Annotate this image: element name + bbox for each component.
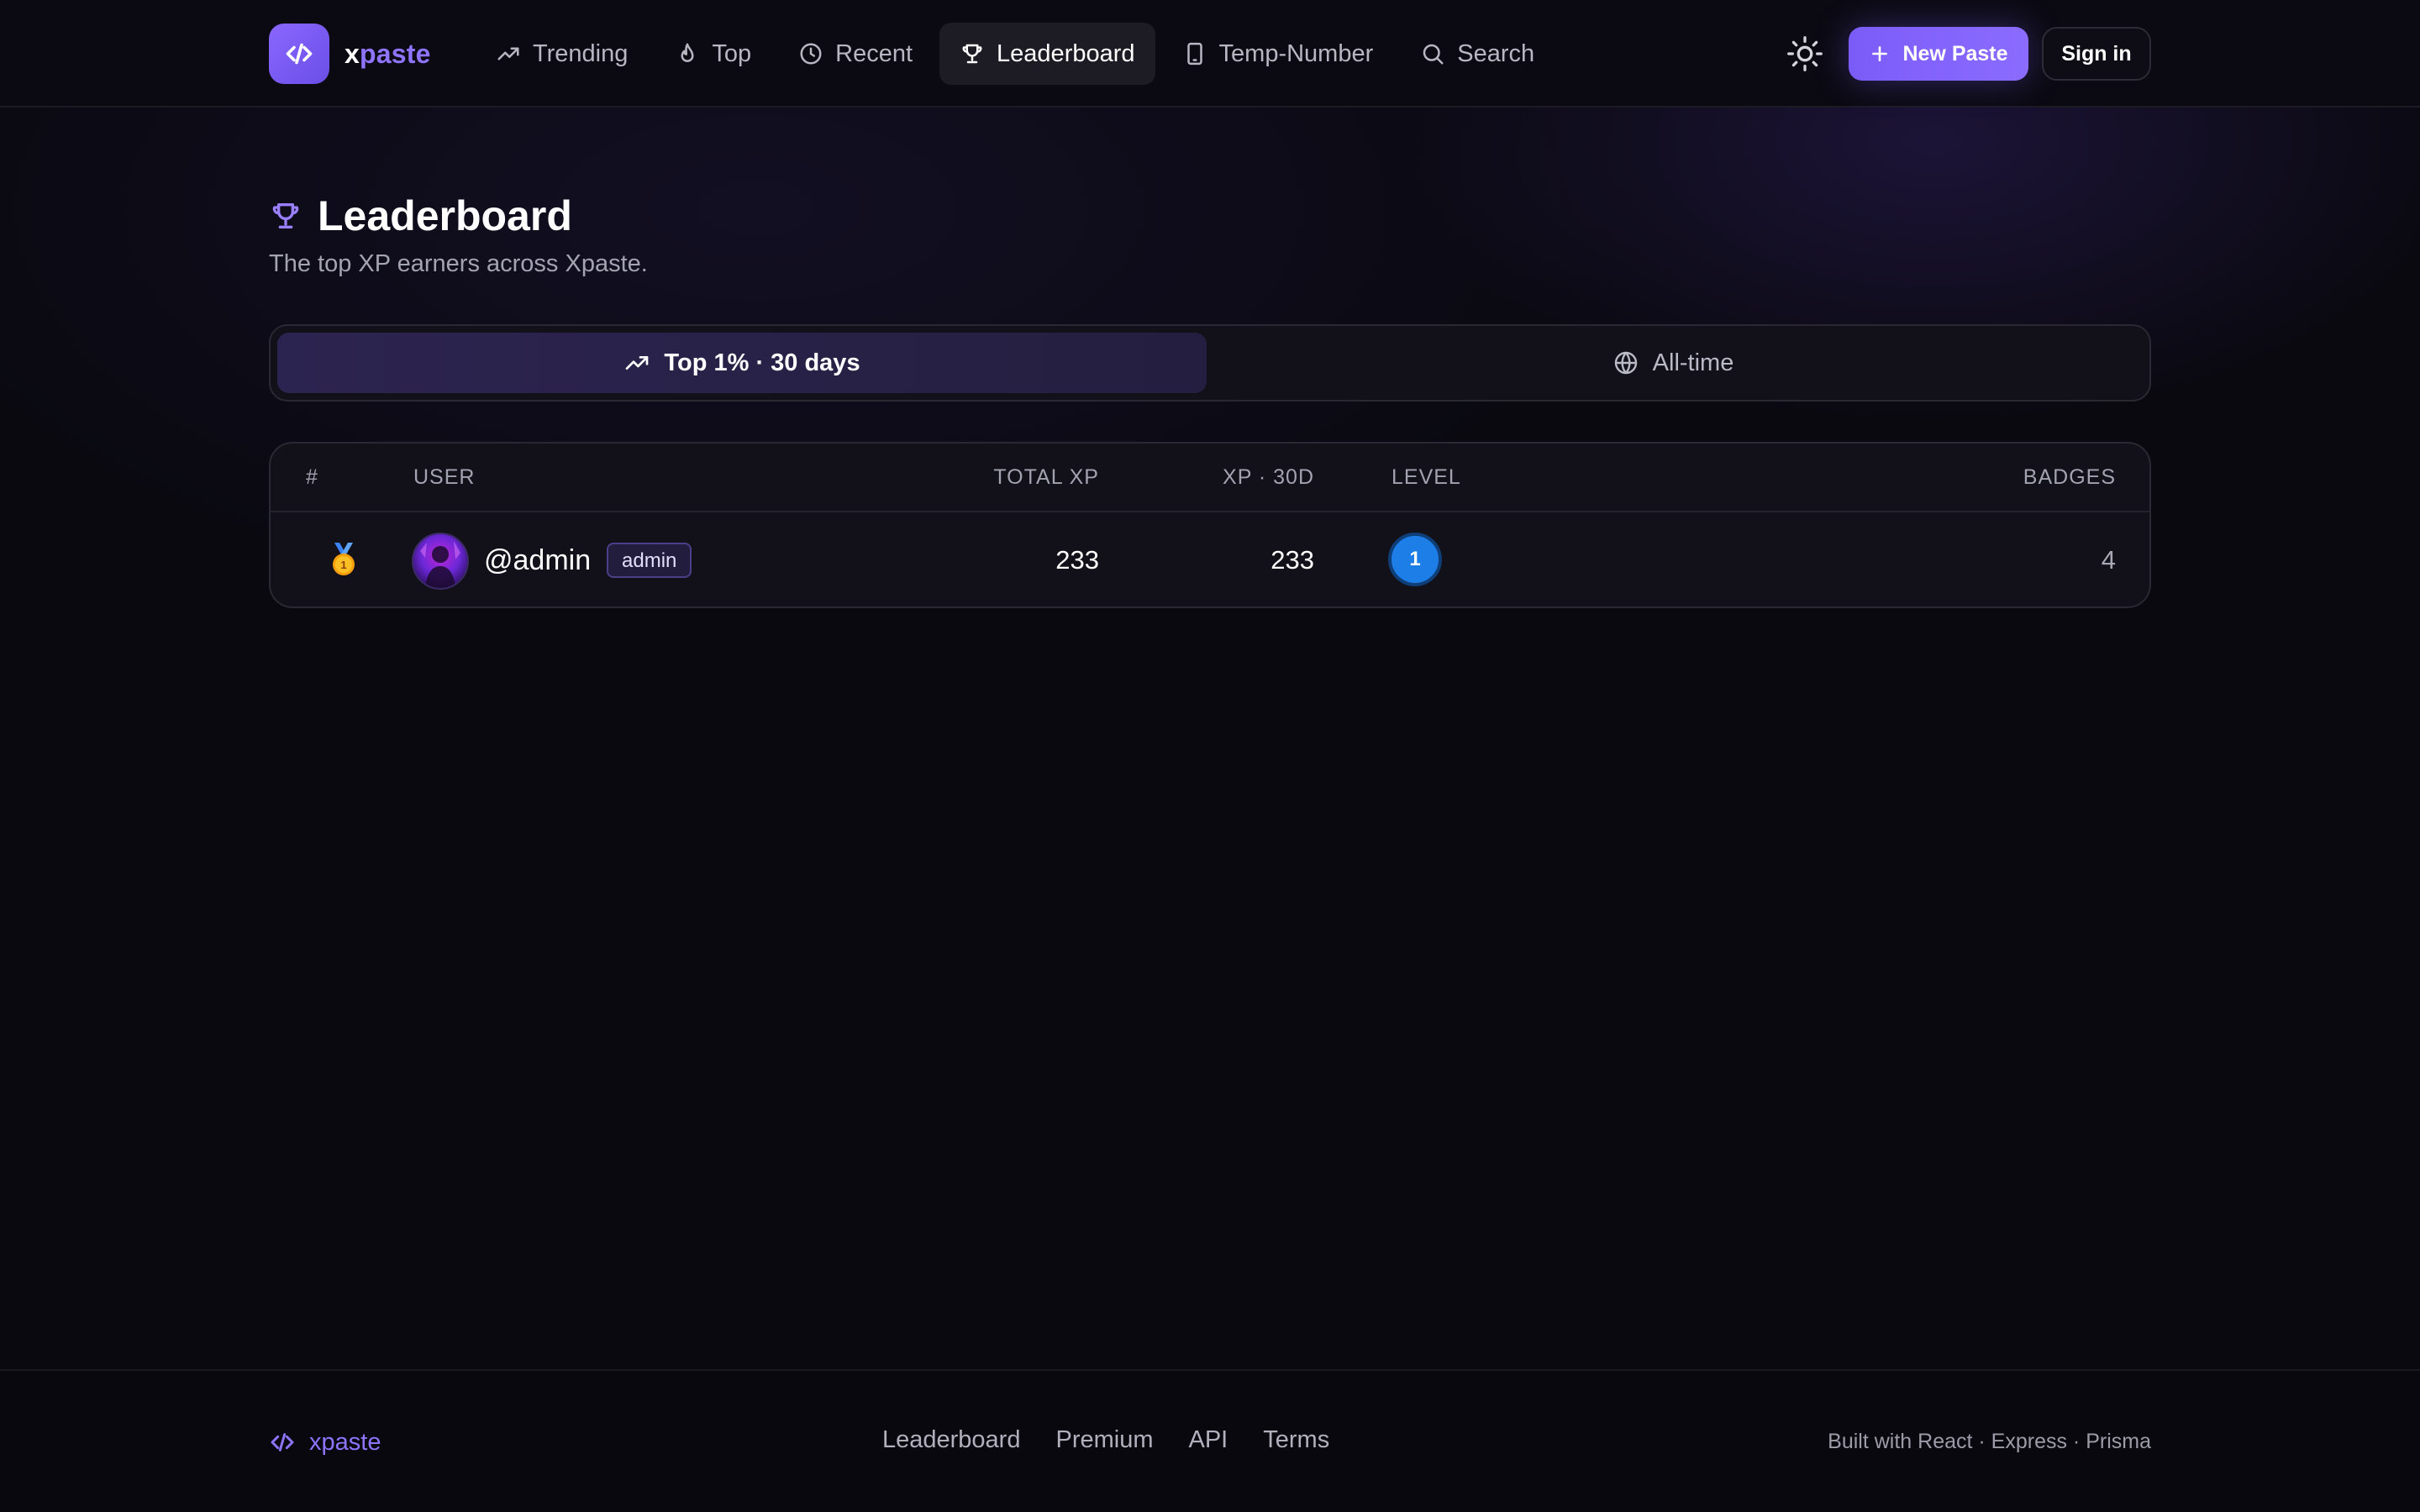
trending-up-icon bbox=[626, 356, 649, 370]
level-badge: 1 bbox=[1388, 533, 1442, 586]
logo-text: xpaste bbox=[345, 38, 431, 69]
column-header-total-xp: TOTAL XP bbox=[993, 465, 1099, 489]
footer-link-terms[interactable]: Terms bbox=[1263, 1426, 1329, 1454]
sign-in-button[interactable]: Sign in bbox=[2042, 27, 2151, 81]
nav-top[interactable]: Top bbox=[655, 23, 771, 85]
tab-all-time[interactable]: All-time bbox=[1208, 333, 2138, 393]
trophy-icon bbox=[962, 44, 982, 64]
nav-trending-label: Trending bbox=[533, 39, 629, 67]
column-header-user: USER bbox=[413, 465, 476, 489]
nav-recent-label: Recent bbox=[835, 39, 913, 67]
table-header: # USER LEVEL TOTAL XP XP · 30D BADGES bbox=[271, 444, 2149, 512]
theme-toggle-button[interactable] bbox=[1781, 30, 1828, 77]
medal-rank-text: 1 bbox=[340, 559, 346, 571]
nav-trending[interactable]: Trending bbox=[476, 23, 648, 85]
badges-count: 4 bbox=[2101, 545, 2116, 575]
clock-icon bbox=[800, 43, 822, 65]
new-paste-label: New Paste bbox=[1902, 41, 2008, 66]
footer: xpaste Leaderboard Premium API Terms Bui… bbox=[0, 1369, 2420, 1512]
role-badge: admin bbox=[607, 543, 692, 578]
trending-up-icon bbox=[497, 47, 519, 60]
sun-icon bbox=[1787, 36, 1823, 71]
code-logo-icon bbox=[269, 24, 329, 84]
footer-link-premium[interactable]: Premium bbox=[1055, 1426, 1153, 1454]
nav-temp-number-label: Temp-Number bbox=[1218, 39, 1374, 67]
leaderboard-table: # USER LEVEL TOTAL XP XP · 30D BADGES 1 … bbox=[269, 442, 2151, 608]
column-header-xp-30d: XP · 30D bbox=[1223, 465, 1314, 489]
nav-temp-number[interactable]: Temp-Number bbox=[1162, 23, 1394, 85]
leaderboard-period-tabs: Top 1% · 30 days All-time bbox=[269, 324, 2151, 402]
new-paste-button[interactable]: New Paste bbox=[1849, 27, 2028, 81]
phone-icon bbox=[1186, 42, 1202, 66]
column-header-level: LEVEL bbox=[1392, 465, 1461, 489]
column-header-rank: # bbox=[306, 465, 318, 489]
column-header-badges: BADGES bbox=[2023, 465, 2116, 489]
footer-logo-text: xpaste bbox=[309, 1428, 381, 1456]
search-icon bbox=[1423, 44, 1444, 65]
globe-icon bbox=[1614, 351, 1637, 375]
tab-all-time-label: All-time bbox=[1652, 349, 1734, 376]
nav-top-label: Top bbox=[712, 39, 752, 67]
page-heading: Leaderboard bbox=[269, 190, 572, 242]
main-nav: Trending Top Recent Leaderboard Temp-Num… bbox=[476, 23, 1561, 85]
page-title: Leaderboard bbox=[318, 192, 572, 239]
top-navbar: xpaste Trending Top Recent Leaderboard T… bbox=[0, 0, 2420, 108]
footer-built-with: Built with React · Express · Prisma bbox=[1828, 1430, 2151, 1453]
table-row[interactable]: 1 @admin admin 1 233 233 4 bbox=[271, 512, 2149, 606]
nav-recent[interactable]: Recent bbox=[778, 23, 933, 85]
nav-search[interactable]: Search bbox=[1400, 23, 1555, 85]
logo-link[interactable]: xpaste bbox=[269, 24, 431, 84]
xp-30d-value: 233 bbox=[1270, 545, 1314, 575]
nav-search-label: Search bbox=[1457, 39, 1535, 67]
total-xp-value: 233 bbox=[1055, 545, 1099, 575]
footer-link-leaderboard[interactable]: Leaderboard bbox=[882, 1426, 1020, 1454]
footer-links: Leaderboard Premium API Terms bbox=[882, 1426, 1365, 1454]
gold-medal-icon: 1 bbox=[329, 543, 358, 582]
footer-logo-link[interactable]: xpaste bbox=[269, 1428, 381, 1457]
tab-top-30-days[interactable]: Top 1% · 30 days bbox=[277, 333, 1207, 393]
plus-icon bbox=[1872, 46, 1888, 61]
nav-leaderboard-label: Leaderboard bbox=[997, 39, 1135, 67]
trophy-icon bbox=[272, 203, 299, 228]
flame-icon bbox=[681, 43, 694, 62]
avatar[interactable] bbox=[412, 533, 469, 590]
sign-in-label: Sign in bbox=[2061, 41, 2132, 66]
nav-leaderboard[interactable]: Leaderboard bbox=[939, 23, 1155, 85]
footer-link-api[interactable]: API bbox=[1189, 1426, 1228, 1454]
code-icon bbox=[271, 1433, 294, 1452]
username[interactable]: @admin bbox=[484, 538, 591, 583]
page-subtitle: The top XP earners across Xpaste. bbox=[269, 250, 648, 277]
tab-top-30-days-label: Top 1% · 30 days bbox=[664, 349, 860, 376]
